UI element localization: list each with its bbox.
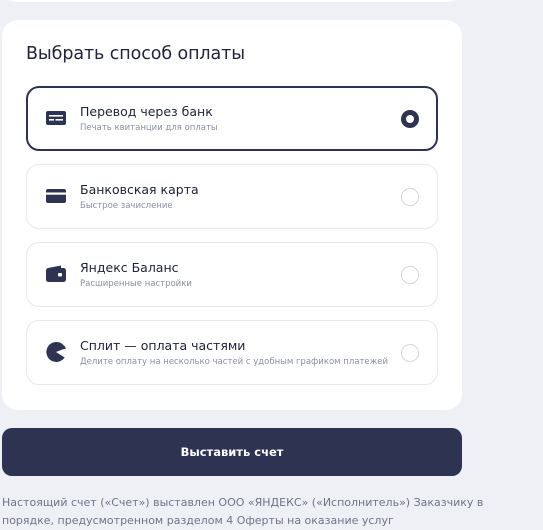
payment-option-split[interactable]: Сплит — оплата частями Делите оплату на …	[26, 320, 438, 385]
payment-option-bank-card[interactable]: Банковская карта Быстрое зачисление	[26, 164, 438, 229]
split-icon	[46, 341, 66, 362]
option-title: Перевод через банк	[80, 104, 213, 119]
option-title: Банковская карта	[80, 182, 199, 197]
bank-transfer-icon	[46, 111, 66, 125]
option-text: Сплит — оплата частями Делите оплату на …	[80, 338, 388, 368]
radio-unselected[interactable]	[401, 266, 419, 284]
wallet-icon	[46, 265, 66, 282]
payment-option-bank-transfer[interactable]: Перевод через банк Печать квитанции для …	[26, 86, 438, 151]
option-subtitle: Печать квитанции для оплаты	[80, 123, 218, 133]
option-text: Перевод через банк Печать квитанции для …	[80, 104, 218, 134]
option-text: Банковская карта Быстрое зачисление	[80, 182, 199, 212]
option-title: Яндекс Баланс	[80, 260, 179, 275]
payment-method-title: Выбрать способ оплаты	[26, 44, 245, 64]
option-subtitle: Расширенные настройки	[80, 279, 192, 289]
radio-selected[interactable]	[401, 110, 419, 128]
bank-card-icon	[46, 189, 66, 203]
option-subtitle: Делите оплату на несколько частей с удоб…	[80, 357, 389, 367]
option-text: Яндекс Баланс Расширенные настройки	[80, 260, 192, 290]
payment-method-card: Выбрать способ оплаты Перевод через банк…	[2, 20, 462, 410]
radio-unselected[interactable]	[401, 344, 419, 362]
previous-card-edge	[2, 0, 462, 2]
option-subtitle: Быстрое зачисление	[80, 201, 173, 211]
issue-invoice-button[interactable]: Выставить счет	[2, 428, 462, 476]
option-title: Сплит — оплата частями	[80, 338, 246, 353]
payment-option-yandex-balance[interactable]: Яндекс Баланс Расширенные настройки	[26, 242, 438, 307]
radio-unselected[interactable]	[401, 188, 419, 206]
